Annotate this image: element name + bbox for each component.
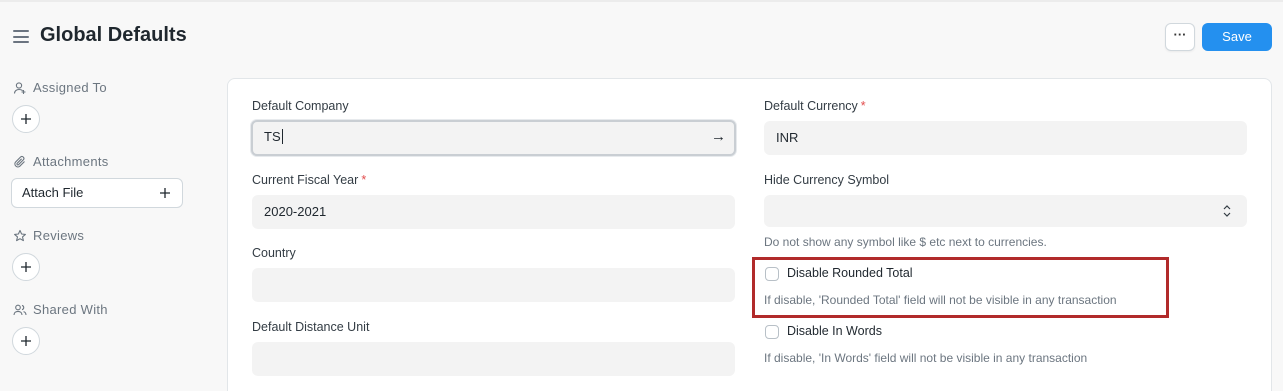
country-input[interactable] <box>252 268 735 302</box>
users-icon <box>13 304 27 315</box>
disable-rounded-total-checkbox[interactable] <box>765 267 779 281</box>
required-marker: * <box>860 99 866 113</box>
plus-icon <box>160 188 170 198</box>
current-fiscal-year-label: Current Fiscal Year * <box>252 173 366 187</box>
default-distance-unit-input[interactable] <box>252 342 735 376</box>
menu-icon[interactable] <box>13 30 29 43</box>
current-fiscal-year-label-text: Current Fiscal Year <box>252 173 359 187</box>
attachments-text: Attachments <box>33 154 109 169</box>
hide-currency-symbol-description: Do not show any symbol like $ etc next t… <box>764 235 1047 249</box>
reviews-label: Reviews <box>13 228 84 243</box>
user-add-icon <box>13 81 26 94</box>
attach-file-button[interactable]: Attach File <box>11 178 183 208</box>
arrow-right-icon[interactable]: → <box>711 122 726 152</box>
disable-in-words-checkbox[interactable] <box>765 325 779 339</box>
default-currency-label: Default Currency * <box>764 99 866 113</box>
assigned-to-label: Assigned To <box>13 80 107 95</box>
star-icon <box>14 229 26 241</box>
add-assignee-button[interactable] <box>12 105 40 133</box>
hide-currency-symbol-label: Hide Currency Symbol <box>764 173 890 187</box>
default-currency-label-text: Default Currency <box>764 99 858 113</box>
add-share-button[interactable] <box>12 327 40 355</box>
disable-in-words-description: If disable, 'In Words' field will not be… <box>764 351 1088 365</box>
reviews-text: Reviews <box>33 228 85 243</box>
text-cursor <box>281 129 283 145</box>
default-distance-unit-label: Default Distance Unit <box>252 320 370 334</box>
disable-in-words-label: Disable In Words <box>787 324 882 338</box>
assigned-to-text: Assigned To <box>33 80 107 95</box>
paperclip-icon <box>14 155 25 167</box>
default-company-value: TS <box>264 129 281 144</box>
default-company-label: Default Company <box>252 99 349 113</box>
current-fiscal-year-input[interactable]: 2020-2021 <box>252 195 735 229</box>
shared-with-text: Shared With <box>33 302 108 317</box>
select-arrows-icon <box>1223 205 1231 217</box>
plus-icon <box>21 114 31 124</box>
more-options-button[interactable]: ··· <box>1165 23 1195 51</box>
attachments-label: Attachments <box>13 154 109 169</box>
plus-icon <box>21 336 31 346</box>
attach-file-label: Attach File <box>22 185 84 200</box>
country-label: Country <box>252 246 296 260</box>
required-marker: * <box>361 173 367 187</box>
disable-rounded-total-label: Disable Rounded Total <box>787 266 913 280</box>
hide-currency-symbol-select[interactable] <box>764 195 1247 227</box>
shared-with-label: Shared With <box>13 302 108 317</box>
default-currency-input[interactable]: INR <box>764 121 1247 155</box>
top-border <box>0 0 1283 2</box>
page-title: Global Defaults <box>40 24 187 46</box>
disable-rounded-total-description: If disable, 'Rounded Total' field will n… <box>764 293 1117 307</box>
plus-icon <box>21 262 31 272</box>
default-company-input[interactable]: TS → <box>251 120 736 156</box>
save-button[interactable]: Save <box>1202 23 1272 51</box>
add-review-button[interactable] <box>12 253 40 281</box>
